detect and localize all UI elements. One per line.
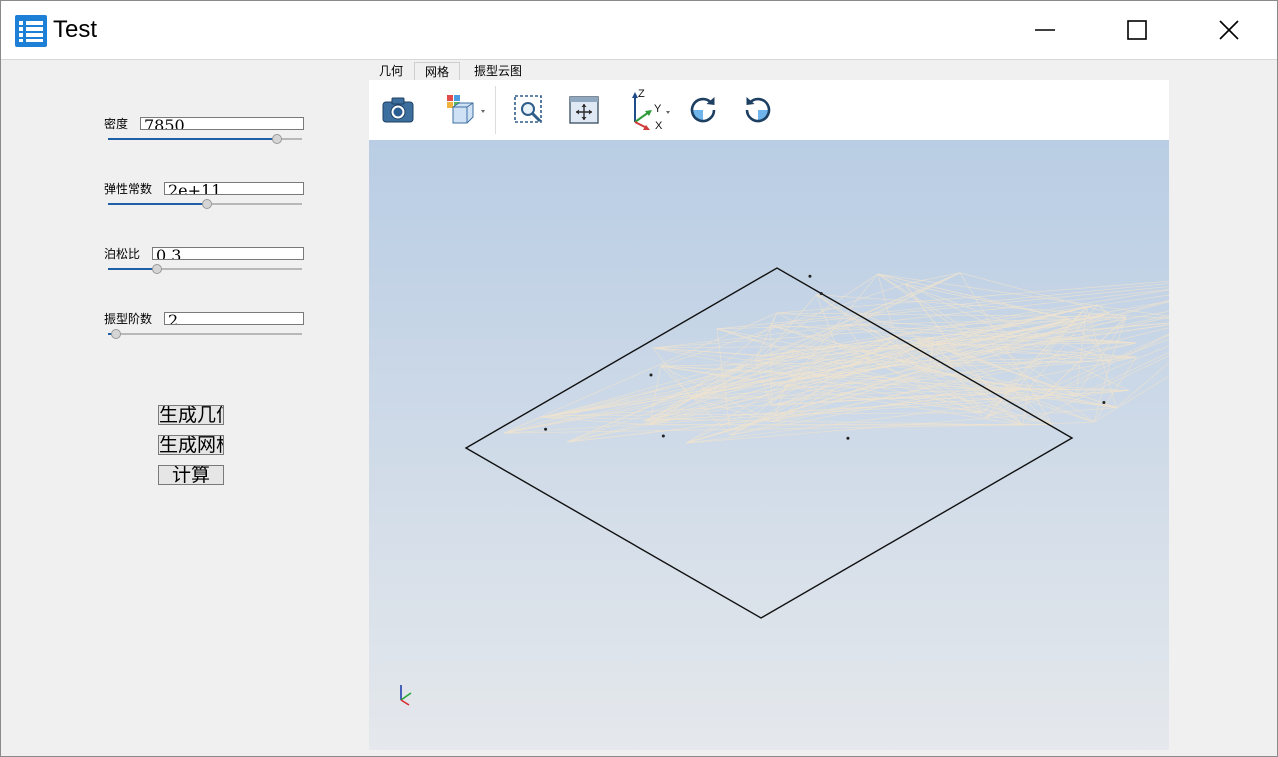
- maximize-icon: [1127, 20, 1147, 40]
- mesh-node: [819, 292, 823, 295]
- poisson-ratio-slider[interactable]: [108, 262, 302, 276]
- mesh-edge: [1093, 360, 1111, 423]
- slider-handle[interactable]: [110, 329, 121, 339]
- mesh-edge: [904, 283, 1070, 320]
- mesh-node: [649, 373, 653, 377]
- generate-geometry-button[interactable]: 生成几何: [158, 405, 224, 425]
- mesh-plate-view: [400, 267, 1169, 706]
- maximize-button[interactable]: [1091, 1, 1183, 59]
- toolbar-separator: [495, 86, 496, 134]
- minimize-icon: [1035, 29, 1055, 31]
- mode-order-input[interactable]: 2: [164, 312, 304, 325]
- mesh-node: [846, 436, 850, 440]
- fit-all-button[interactable]: [566, 92, 602, 128]
- mesh-edge: [643, 390, 1129, 422]
- mesh-edge: [1069, 300, 1169, 320]
- mesh-edge: [1097, 304, 1109, 315]
- view-cube-icon: [447, 95, 485, 124]
- axes-orientation-icon: Z Y X: [632, 88, 670, 132]
- rotate-cw-icon: [690, 97, 716, 123]
- zoom-window-button[interactable]: [511, 92, 547, 128]
- zoom-window-icon: [514, 95, 542, 123]
- fit-all-icon: [569, 96, 599, 124]
- mesh-node: [1102, 401, 1106, 404]
- app-window: Test 密度 7850 弹性常数 2e+11 泊松比 0.3 振型阶数 2 生…: [0, 0, 1278, 757]
- camera-icon: [382, 97, 414, 123]
- elastic-modulus-label: 弹性常数: [104, 182, 153, 196]
- mode-order-slider[interactable]: [108, 327, 302, 341]
- 3d-viewport[interactable]: [369, 140, 1169, 750]
- density-input[interactable]: 7850: [140, 117, 304, 130]
- app-icon: [15, 15, 47, 47]
- elastic-modulus-input[interactable]: 2e+11: [164, 182, 304, 195]
- tab-geometry[interactable]: 几何: [369, 62, 413, 80]
- tab-mode-shape[interactable]: 振型云图: [461, 62, 535, 80]
- mesh-edge: [1022, 388, 1029, 426]
- mesh-node: [544, 427, 548, 431]
- mesh-node: [808, 274, 812, 278]
- minimize-button[interactable]: [999, 1, 1091, 59]
- poisson-ratio-input[interactable]: 0.3: [152, 247, 304, 260]
- poisson-ratio-label: 泊松比: [104, 247, 141, 261]
- generate-mesh-button[interactable]: 生成网格: [158, 435, 224, 455]
- axis-z-label: Z: [638, 88, 645, 100]
- axis-x-label: X: [655, 120, 663, 132]
- axis-y-label: Y: [654, 103, 662, 115]
- density-slider[interactable]: [108, 132, 302, 146]
- mesh-wireframe: [504, 272, 1169, 444]
- mesh-edge: [770, 312, 778, 326]
- slider-handle[interactable]: [151, 264, 162, 274]
- compute-button[interactable]: 计算: [158, 465, 224, 485]
- window-title: Test: [53, 16, 98, 43]
- screenshot-button[interactable]: [380, 92, 416, 128]
- mesh-edge: [896, 304, 1098, 336]
- close-button[interactable]: [1183, 1, 1275, 59]
- orientation-triad-icon: [400, 685, 412, 706]
- mesh-node: [661, 434, 665, 438]
- mesh-edge: [1093, 356, 1137, 423]
- rotate-ccw-icon: [745, 97, 771, 123]
- mode-order-label: 振型阶数: [104, 312, 153, 326]
- rotate-ccw-button[interactable]: [740, 92, 776, 128]
- viewer-toolbar: Z Y X: [369, 80, 1169, 140]
- axes-orientation-dropdown[interactable]: Z Y X: [625, 88, 673, 132]
- rotate-cw-button[interactable]: [685, 92, 721, 128]
- close-icon: [1219, 20, 1239, 40]
- mesh-edge: [1116, 362, 1169, 408]
- density-label: 密度: [104, 117, 129, 131]
- mesh-edge: [1023, 421, 1095, 426]
- mesh-edge: [904, 272, 961, 285]
- tab-mesh[interactable]: 网格: [414, 62, 460, 80]
- mesh-edge: [686, 313, 1109, 444]
- elastic-modulus-slider[interactable]: [108, 197, 302, 211]
- slider-handle[interactable]: [271, 134, 282, 144]
- slider-handle[interactable]: [201, 199, 212, 209]
- title-bar: Test: [1, 1, 1277, 60]
- view-mode-dropdown[interactable]: [441, 92, 489, 128]
